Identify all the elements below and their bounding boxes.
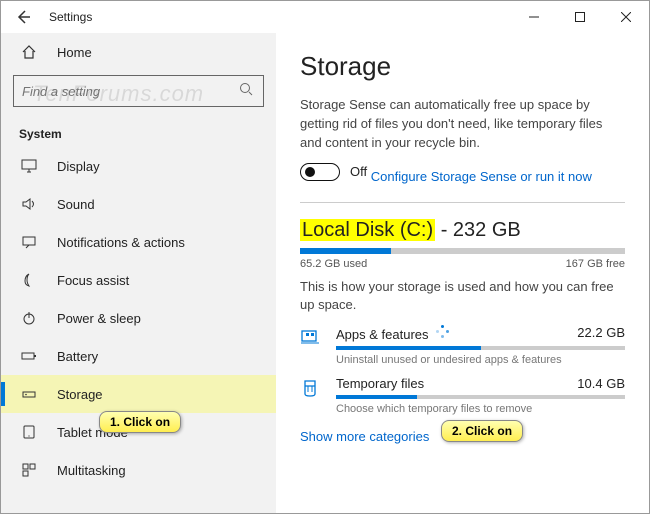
- search-input[interactable]: [22, 84, 239, 99]
- category-bar: [336, 395, 625, 399]
- disk-title: Local Disk (C:) - 232 GB: [300, 219, 625, 242]
- sidebar-item-notifications[interactable]: Notifications & actions: [1, 223, 276, 261]
- sidebar-item-multitask[interactable]: Multitasking: [1, 451, 276, 489]
- sidebar-item-display[interactable]: Display: [1, 147, 276, 185]
- configure-link[interactable]: Configure Storage Sense or run it now: [371, 169, 592, 184]
- disk-free-label: 167 GB free: [566, 258, 625, 270]
- divider: [300, 202, 625, 203]
- category-size: 10.4 GB: [577, 376, 625, 391]
- titlebar: Settings: [1, 1, 649, 33]
- back-button[interactable]: [9, 3, 37, 31]
- sidebar-item-label: Power & sleep: [57, 311, 141, 326]
- sidebar-home[interactable]: Home: [1, 33, 276, 71]
- battery-icon: [19, 346, 39, 366]
- multitask-icon: [19, 460, 39, 480]
- sidebar-item-storage[interactable]: Storage: [1, 375, 276, 413]
- maximize-button[interactable]: [557, 1, 603, 33]
- close-button[interactable]: [603, 1, 649, 33]
- storage-sense-toggle[interactable]: [300, 163, 340, 181]
- sidebar-item-label: Multitasking: [57, 463, 126, 478]
- toggle-label: Off: [350, 164, 367, 179]
- category-name: Apps & features: [336, 325, 450, 342]
- sidebar-item-label: Battery: [57, 349, 98, 364]
- sidebar-home-label: Home: [57, 45, 92, 60]
- usage-description: This is how your storage is used and how…: [300, 278, 625, 316]
- page-title: Storage: [300, 51, 625, 82]
- category-icon: [300, 327, 322, 350]
- category-subtext: Choose which temporary files to remove: [336, 403, 625, 415]
- category-subtext: Uninstall unused or undesired apps & fea…: [336, 354, 625, 366]
- disk-size: 232 GB: [453, 219, 521, 241]
- category-icon: [300, 378, 322, 401]
- window-title: Settings: [49, 10, 92, 24]
- sidebar-item-sound[interactable]: Sound: [1, 185, 276, 223]
- display-icon: [19, 156, 39, 176]
- sidebar-item-battery[interactable]: Battery: [1, 337, 276, 375]
- minimize-button[interactable]: [511, 1, 557, 33]
- search-box[interactable]: [13, 75, 264, 107]
- loading-spinner: [436, 325, 450, 339]
- storage-sense-description: Storage Sense can automatically free up …: [300, 96, 625, 153]
- sidebar: Home System Display Sound Notifications & …: [1, 33, 276, 513]
- tablet-icon: [19, 422, 39, 442]
- disk-used-label: 65.2 GB used: [300, 258, 367, 270]
- sidebar-item-focus[interactable]: Focus assist: [1, 261, 276, 299]
- annotation-callout-1: 1. Click on: [99, 411, 181, 433]
- show-more-link[interactable]: Show more categories: [300, 429, 429, 444]
- category-row-temporary-files[interactable]: Temporary files 10.4 GB Choose which tempo…: [300, 376, 625, 415]
- annotation-callout-2: 2. Click on: [441, 420, 523, 442]
- category-size: 22.2 GB: [577, 325, 625, 342]
- disk-name: Local Disk (C:): [300, 219, 435, 241]
- focus-icon: [19, 270, 39, 290]
- sidebar-item-power[interactable]: Power & sleep: [1, 299, 276, 337]
- sidebar-item-label: Sound: [57, 197, 95, 212]
- search-icon: [239, 82, 255, 101]
- sidebar-item-label: Storage: [57, 387, 103, 402]
- sidebar-section-header: System: [1, 117, 276, 147]
- home-icon: [19, 42, 39, 62]
- category-row-apps-features[interactable]: Apps & features 22.2 GB Uninstall unused …: [300, 325, 625, 366]
- power-icon: [19, 308, 39, 328]
- storage-icon: [19, 384, 39, 404]
- settings-window: TenForums.com Settings Home System: [0, 0, 650, 514]
- disk-sep: -: [441, 219, 453, 241]
- disk-usage-bar: [300, 248, 625, 254]
- category-bar: [336, 346, 625, 350]
- category-name: Temporary files: [336, 376, 424, 391]
- sidebar-item-label: Focus assist: [57, 273, 129, 288]
- notifications-icon: [19, 232, 39, 252]
- sidebar-item-label: Notifications & actions: [57, 235, 185, 250]
- sidebar-item-label: Display: [57, 159, 100, 174]
- sound-icon: [19, 194, 39, 214]
